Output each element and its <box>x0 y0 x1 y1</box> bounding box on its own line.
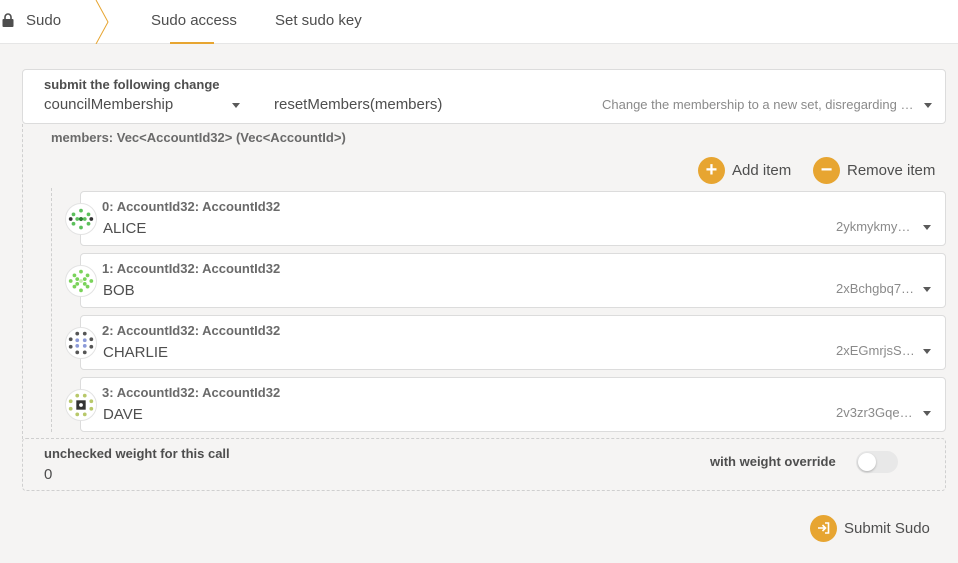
identicon-avatar <box>65 265 97 297</box>
tab-set-sudo-key[interactable]: Set sudo key <box>275 12 362 29</box>
member-account-name[interactable]: BOB <box>103 282 135 299</box>
toggle-knob <box>858 453 876 471</box>
member-item-label: 1: AccountId32: AccountId32 <box>102 261 281 276</box>
identicon-avatar <box>65 389 97 421</box>
member-account-name[interactable]: ALICE <box>103 220 146 237</box>
member-account-name[interactable]: CHARLIE <box>103 344 168 361</box>
items-guide-line <box>51 188 52 432</box>
remove-item-label: Remove item <box>847 161 936 179</box>
member-account-name[interactable]: DAVE <box>103 406 143 423</box>
member-account-address: 2xEGmrjsSa… <box>836 343 916 358</box>
module-dropdown-caret-icon[interactable] <box>232 103 240 108</box>
method-dropdown-caret-icon[interactable] <box>924 103 932 108</box>
weight-label: unchecked weight for this call <box>44 446 230 461</box>
weight-value: 0 <box>44 466 53 483</box>
breadcrumb-chevron-icon <box>95 0 109 44</box>
member-account-address: 2v3zr3Gqe… <box>836 405 913 420</box>
remove-item-button[interactable]: − Remove item <box>813 156 935 184</box>
account-dropdown-caret-icon[interactable] <box>923 225 931 230</box>
section-title: Sudo <box>26 12 62 29</box>
member-account-address: 2ykmykmyF… <box>836 219 916 234</box>
weight-section: unchecked weight for this call 0 with we… <box>22 438 946 491</box>
section-breadcrumb: Sudo <box>0 0 110 44</box>
method-dropdown[interactable]: resetMembers(members) <box>274 96 442 113</box>
member-item[interactable]: 1: AccountId32: AccountId32 BOB 2xBchgbq… <box>65 253 946 308</box>
submit-sudo-button[interactable]: Submit Sudo <box>810 514 930 542</box>
top-nav-bar: Sudo Sudo access Set sudo key <box>0 0 958 44</box>
identicon-avatar <box>65 327 97 359</box>
active-tab-indicator <box>170 42 214 44</box>
member-item[interactable]: 3: AccountId32: AccountId32 DAVE 2v3zr3G… <box>65 377 946 432</box>
account-dropdown-caret-icon[interactable] <box>923 349 931 354</box>
call-selector: submit the following change councilMembe… <box>22 69 946 124</box>
method-description: Change the membership to a new set, disr… <box>602 97 916 112</box>
minus-icon: − <box>813 156 840 184</box>
call-selector-label: submit the following change <box>44 77 220 92</box>
member-item-label: 3: AccountId32: AccountId32 <box>102 385 281 400</box>
add-item-button[interactable]: + Add item <box>698 156 791 184</box>
sign-in-icon <box>810 514 837 542</box>
lock-icon <box>2 13 14 27</box>
module-dropdown[interactable]: councilMembership <box>44 96 173 113</box>
member-item-label: 2: AccountId32: AccountId32 <box>102 323 281 338</box>
account-dropdown-caret-icon[interactable] <box>923 287 931 292</box>
plus-icon: + <box>698 156 725 184</box>
weight-override-label: with weight override <box>710 454 836 469</box>
member-account-address: 2xBchgbq7… <box>836 281 915 296</box>
members-param-label: members: Vec<AccountId32> (Vec<AccountId… <box>51 130 346 145</box>
weight-override-toggle[interactable] <box>856 451 898 473</box>
account-dropdown-caret-icon[interactable] <box>923 411 931 416</box>
submit-sudo-label: Submit Sudo <box>844 519 930 537</box>
member-item[interactable]: 0: AccountId32: AccountId32 ALICE 2ykmyk… <box>65 191 946 246</box>
identicon-avatar <box>65 203 97 235</box>
tab-sudo-access[interactable]: Sudo access <box>151 12 237 29</box>
add-item-label: Add item <box>732 161 792 179</box>
member-item[interactable]: 2: AccountId32: AccountId32 CHARLIE 2xEG… <box>65 315 946 370</box>
member-item-label: 0: AccountId32: AccountId32 <box>102 199 281 214</box>
